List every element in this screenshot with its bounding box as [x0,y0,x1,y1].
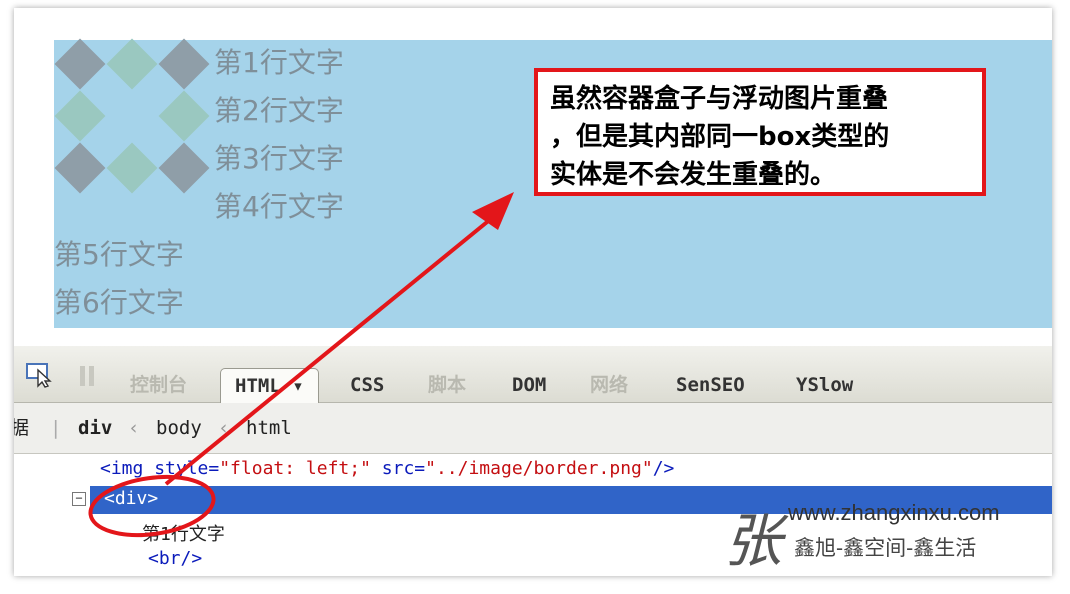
annotation-arrow [88,192,514,538]
screenshot-frame: 第1行文字 第2行文字 第3行文字 第4行文字 第5行文字 第6行文字 虽然容器… [14,8,1052,576]
